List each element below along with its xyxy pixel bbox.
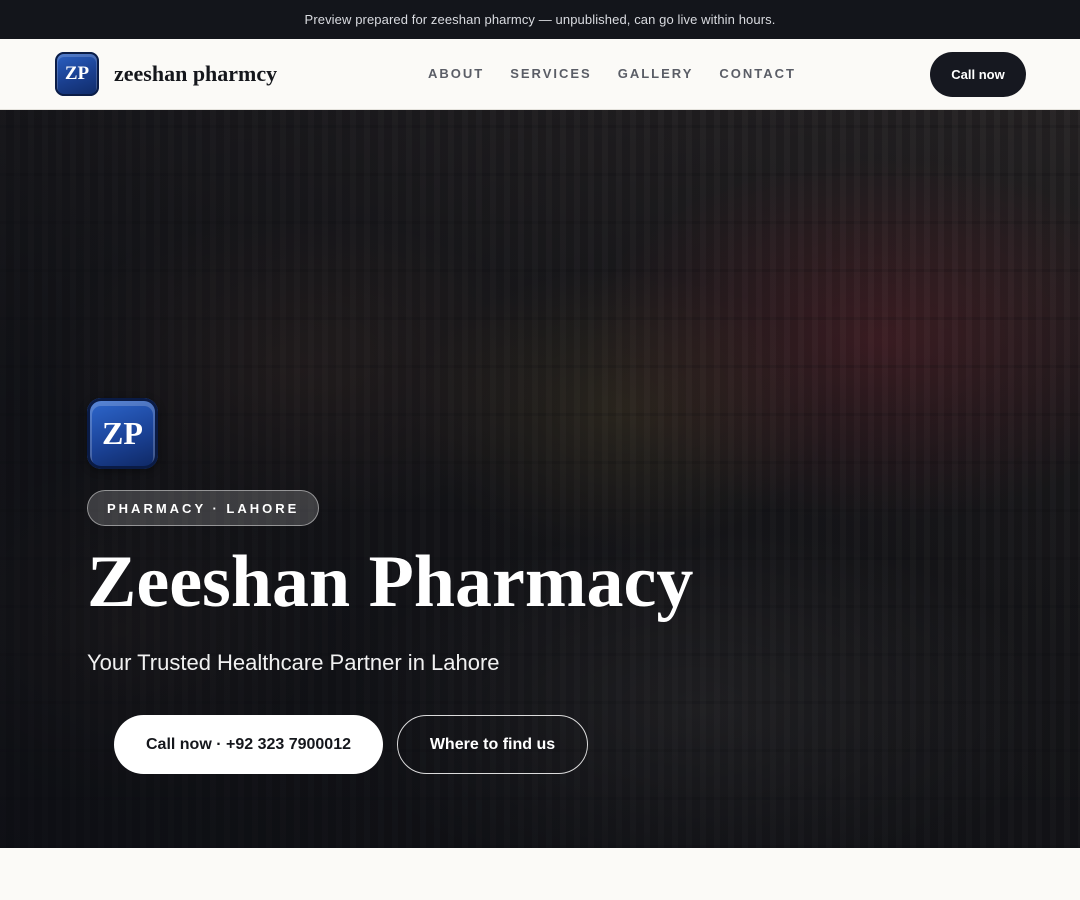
hero-subtitle: Your Trusted Healthcare Partner in Lahor…: [87, 650, 500, 675]
hero-location-button[interactable]: Where to find us: [397, 715, 588, 774]
hero-section: ZP PHARMACY · LAHORE Zeeshan Pharmacy Yo…: [0, 110, 1080, 848]
brand[interactable]: ZP zeeshan pharmcy: [55, 52, 277, 96]
nav-link-contact[interactable]: CONTACT: [719, 66, 796, 81]
next-section: [0, 848, 1080, 900]
hero-title: Zeeshan Pharmacy: [87, 541, 694, 623]
hero-eyebrow-badge: PHARMACY · LAHORE: [87, 490, 320, 526]
hero-call-button[interactable]: Call now · +92 323 7900012: [114, 715, 383, 774]
call-now-button[interactable]: Call now: [930, 52, 1026, 97]
brand-logo-initials: ZP: [64, 63, 90, 84]
brand-logo: ZP: [55, 52, 99, 96]
preview-banner-text: Preview prepared for zeeshan pharmcy — u…: [304, 12, 776, 27]
nav-link-services[interactable]: SERVICES: [510, 66, 592, 81]
hero-logo-initials: ZP: [102, 415, 143, 451]
hero-logo: ZP: [87, 398, 158, 469]
nav-link-gallery[interactable]: GALLERY: [618, 66, 694, 81]
hero-eyebrow-text: PHARMACY · LAHORE: [107, 500, 300, 516]
nav-link-about[interactable]: ABOUT: [428, 66, 484, 81]
site-header: ZP zeeshan pharmcy ABOUT SERVICES GALLER…: [0, 39, 1080, 110]
main-nav: ABOUT SERVICES GALLERY CONTACT: [428, 66, 822, 81]
brand-name: zeeshan pharmcy: [114, 61, 278, 86]
preview-banner: Preview prepared for zeeshan pharmcy — u…: [0, 0, 1080, 39]
